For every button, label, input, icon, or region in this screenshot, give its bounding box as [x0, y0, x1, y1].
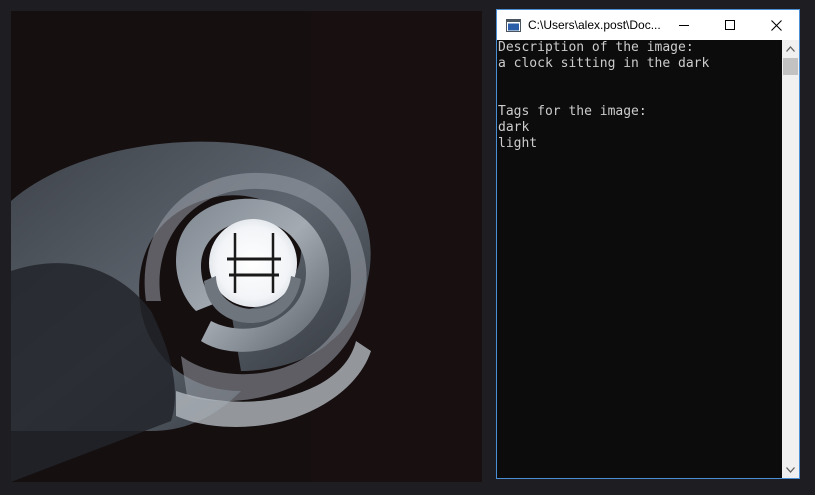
console-line: Tags for the image:: [498, 104, 647, 119]
scroll-down-button[interactable]: [782, 461, 799, 478]
minimize-button[interactable]: [661, 10, 707, 40]
window-title: C:\Users\alex.post\Doc...: [528, 18, 661, 32]
console-line: Description of the image:: [498, 40, 694, 55]
minimize-icon: [679, 25, 689, 26]
chevron-down-icon: [786, 466, 795, 473]
window-controls: [661, 10, 799, 40]
staircase-illustration: [11, 11, 482, 482]
console-line: dark: [498, 120, 530, 135]
chevron-up-icon: [786, 45, 795, 52]
scroll-thumb[interactable]: [783, 58, 798, 75]
console-line: light: [498, 136, 538, 151]
title-bar[interactable]: C:\Users\alex.post\Doc...: [497, 10, 799, 40]
console-app-icon: [505, 17, 521, 33]
close-button[interactable]: [753, 10, 799, 40]
close-icon: [770, 19, 782, 31]
staircase-photo: [11, 11, 482, 482]
scroll-up-button[interactable]: [782, 40, 799, 57]
maximize-button[interactable]: [707, 10, 753, 40]
console-line: a clock sitting in the dark: [498, 56, 710, 71]
vertical-scrollbar[interactable]: [782, 40, 799, 478]
console-output[interactable]: Description of the image: a clock sittin…: [497, 40, 782, 478]
maximize-icon: [725, 20, 735, 30]
console-window: C:\Users\alex.post\Doc... Description of…: [496, 9, 800, 479]
